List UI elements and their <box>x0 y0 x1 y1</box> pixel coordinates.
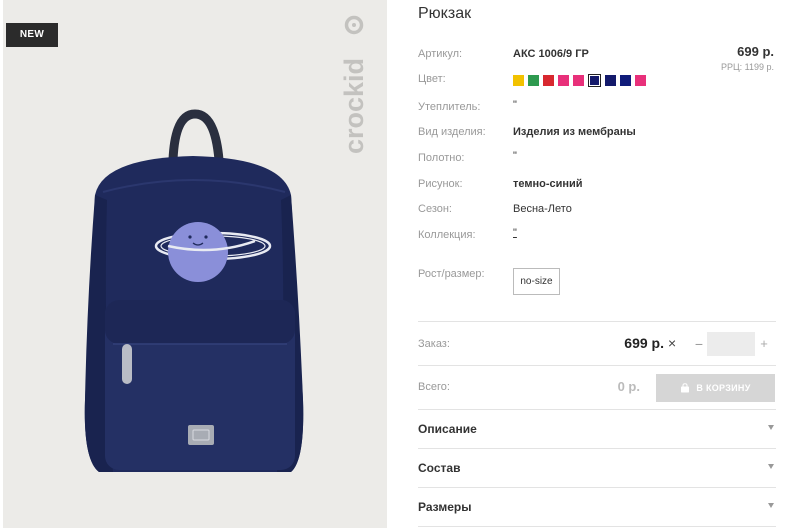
chevron-down-icon <box>768 503 774 508</box>
color-swatch[interactable] <box>605 75 616 86</box>
divider <box>418 526 776 527</box>
color-label: Цвет: <box>418 73 446 85</box>
size-option-button[interactable]: no-size <box>513 268 560 295</box>
divider <box>418 365 776 366</box>
color-swatch[interactable] <box>588 74 601 87</box>
season-label: Сезон: <box>418 203 452 215</box>
collection-value[interactable]: " <box>513 228 517 239</box>
accordion-label: Размеры <box>418 500 472 514</box>
brand-logo: crockid <box>339 15 369 154</box>
item-type-label: Вид изделия: <box>418 126 486 138</box>
color-swatch[interactable] <box>528 75 539 86</box>
sku-value: АКС 1006/9 ГР <box>513 48 589 60</box>
color-swatch[interactable] <box>573 75 584 86</box>
quantity-decrease-button[interactable]: − <box>691 333 707 355</box>
season-value: Весна-Лето <box>513 203 572 215</box>
chevron-down-icon <box>768 425 774 430</box>
sku-label: Артикул: <box>418 48 463 60</box>
total-label: Всего: <box>418 381 450 393</box>
accordion-sizes[interactable]: Размеры <box>418 488 776 526</box>
accordion-composition[interactable]: Состав <box>418 449 776 487</box>
add-to-cart-label: В КОРЗИНУ <box>696 383 751 393</box>
chevron-down-icon <box>768 464 774 469</box>
color-swatch[interactable] <box>635 75 646 86</box>
product-title: Рюкзак <box>418 5 472 22</box>
multiply-sign: × <box>668 335 677 351</box>
color-swatch[interactable] <box>620 75 631 86</box>
product-rrp-price: РРЦ: 1199 р. <box>720 62 774 72</box>
total-value: 0 р. <box>617 379 640 394</box>
pattern-label: Рисунок: <box>418 178 463 190</box>
item-type-value: Изделия из мембраны <box>513 126 636 138</box>
divider <box>418 321 776 322</box>
fabric-value: " <box>513 150 517 162</box>
insulation-value: " <box>513 99 517 111</box>
collection-label: Коллекция: <box>418 229 476 241</box>
backpack-image <box>84 109 304 472</box>
color-swatch[interactable] <box>543 75 554 86</box>
pattern-value: темно-синий <box>513 178 583 190</box>
size-label: Рост/размер: <box>418 268 485 280</box>
fabric-label: Полотно: <box>418 152 465 164</box>
product-price: 699 р. <box>737 44 774 59</box>
color-swatch[interactable] <box>513 75 524 86</box>
quantity-input[interactable] <box>707 332 755 356</box>
quantity-increase-button[interactable]: + <box>757 333 771 355</box>
add-to-cart-button[interactable]: В КОРЗИНУ <box>656 374 775 402</box>
shopping-bag-icon <box>681 383 690 393</box>
color-swatches <box>513 74 646 87</box>
svg-text:crockid: crockid <box>339 58 369 154</box>
new-badge: NEW <box>6 23 58 47</box>
order-price: 699 р. <box>624 335 664 351</box>
accordion-label: Состав <box>418 461 461 475</box>
color-swatch[interactable] <box>558 75 569 86</box>
product-image-panel: NEW crockid <box>3 0 387 528</box>
order-label: Заказ: <box>418 338 450 350</box>
accordion-description[interactable]: Описание <box>418 410 776 448</box>
insulation-label: Утеплитель: <box>418 101 481 113</box>
accordion-label: Описание <box>418 422 477 436</box>
